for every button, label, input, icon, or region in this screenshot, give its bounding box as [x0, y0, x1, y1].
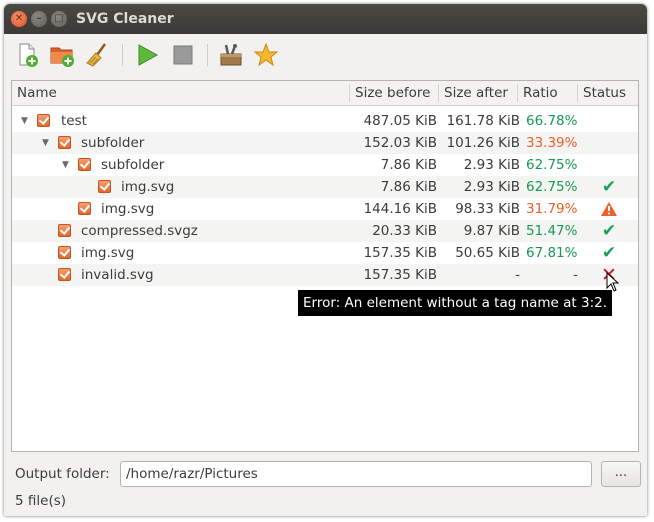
output-folder-label: Output folder: [15, 466, 110, 482]
status-bar-text: 5 file(s) [15, 493, 67, 509]
size-after: 101.26 KiB [446, 135, 520, 151]
tree-row[interactable]: img.svg 7.86 KiB 2.93 KiB 62.75% ✔ [12, 176, 638, 198]
size-after: 50.65 KiB [455, 245, 520, 261]
add-folder-button[interactable] [49, 42, 75, 68]
checkbox[interactable] [58, 268, 71, 281]
window-title: SVG Cleaner [76, 11, 174, 27]
size-after: 2.93 KiB [463, 157, 520, 173]
toolbar-separator [207, 44, 208, 66]
size-before: 7.86 KiB [380, 179, 437, 195]
tree-row[interactable]: ▼ test 487.05 KiB 161.78 KiB 66.78% [12, 110, 638, 132]
preferences-button[interactable] [218, 42, 244, 68]
ratio: 33.39% [526, 135, 578, 151]
checkbox[interactable] [98, 180, 111, 193]
checkbox[interactable] [58, 136, 71, 149]
main-window: ✕ – □ SVG Cleaner Name Size before Size … [4, 4, 647, 516]
ratio: 62.75% [526, 179, 578, 195]
checkbox[interactable] [58, 224, 71, 237]
ratio: 67.81% [526, 245, 578, 261]
size-before: 7.86 KiB [380, 157, 437, 173]
checkbox[interactable] [78, 202, 91, 215]
close-window-button[interactable]: ✕ [11, 11, 27, 27]
column-header-size-after[interactable]: Size after [439, 81, 519, 105]
mouse-cursor-icon [606, 271, 620, 296]
add-folder-icon [50, 47, 74, 67]
clear-list-button[interactable] [84, 42, 110, 68]
maximize-window-button[interactable]: □ [51, 11, 67, 27]
column-header-name[interactable]: Name [12, 81, 352, 105]
size-before: 157.35 KiB [363, 245, 437, 261]
about-button[interactable] [253, 42, 279, 68]
file-name: subfolder [81, 135, 145, 151]
file-name: img.svg [101, 201, 155, 217]
size-after: 98.33 KiB [455, 201, 520, 217]
ratio: - [573, 267, 578, 283]
stop-icon [173, 45, 193, 65]
clear-list-icon [86, 43, 107, 67]
error-tooltip: Error: An element without a tag name at … [298, 290, 613, 316]
tree-row[interactable]: ▼ subfolder 152.03 KiB 101.26 KiB 33.39% [12, 132, 638, 154]
ratio: 62.75% [526, 157, 578, 173]
column-header-size-before[interactable]: Size before [350, 81, 440, 105]
start-icon [138, 44, 159, 66]
title-bar: ✕ – □ SVG Cleaner [4, 4, 647, 34]
file-name: compressed.svgz [81, 223, 198, 239]
expand-arrow-icon[interactable]: ▼ [62, 154, 69, 176]
preferences-icon [220, 44, 242, 66]
checkbox[interactable] [37, 114, 50, 127]
size-before: 157.35 KiB [363, 267, 437, 283]
size-before: 152.03 KiB [363, 135, 437, 151]
checkbox[interactable] [58, 246, 71, 259]
file-name: subfolder [101, 157, 165, 173]
tree-row[interactable]: img.svg 157.35 KiB 50.65 KiB 67.81% ✔ [12, 242, 638, 264]
file-name: img.svg [81, 245, 135, 261]
size-before: 487.05 KiB [363, 113, 437, 129]
expand-arrow-icon[interactable]: ▼ [42, 132, 49, 154]
success-check-icon: ✔ [601, 221, 617, 241]
tree-row[interactable]: ▼ subfolder 7.86 KiB 2.93 KiB 62.75% [12, 154, 638, 176]
size-after: 9.87 KiB [463, 223, 520, 239]
expand-arrow-icon[interactable]: ▼ [21, 110, 28, 132]
size-after: 2.93 KiB [463, 179, 520, 195]
size-before: 20.33 KiB [372, 223, 437, 239]
file-name: test [61, 113, 87, 129]
toolbar-separator [122, 44, 123, 66]
stop-button[interactable] [170, 42, 196, 68]
column-header-status[interactable]: Status [578, 81, 638, 105]
ratio: 31.79% [526, 201, 578, 217]
ratio: 51.47% [526, 223, 578, 239]
about-icon [253, 42, 279, 67]
size-after: - [515, 267, 520, 283]
browse-button[interactable]: ... [601, 461, 641, 487]
toolbar [4, 34, 647, 76]
size-after: 161.78 KiB [446, 113, 520, 129]
ratio: 66.78% [526, 113, 578, 129]
success-check-icon: ✔ [601, 177, 617, 197]
tree-header: Name Size before Size after Ratio Status [12, 81, 638, 106]
add-file-icon [19, 43, 38, 67]
file-tree[interactable]: Name Size before Size after Ratio Status… [11, 80, 639, 452]
tree-row[interactable]: invalid.svg 157.35 KiB - - ✕ [12, 264, 638, 286]
minimize-window-button[interactable]: – [31, 11, 47, 27]
success-check-icon: ✔ [601, 243, 617, 263]
output-folder-input[interactable]: /home/razr/Pictures [120, 461, 592, 487]
size-before: 144.16 KiB [363, 201, 437, 217]
start-button[interactable] [134, 42, 160, 68]
file-name: invalid.svg [81, 267, 154, 283]
tree-row[interactable]: compressed.svgz 20.33 KiB 9.87 KiB 51.47… [12, 220, 638, 242]
add-file-button[interactable] [14, 42, 40, 68]
file-name: img.svg [121, 179, 175, 195]
checkbox[interactable] [78, 158, 91, 171]
column-header-ratio[interactable]: Ratio [518, 81, 578, 105]
tree-row[interactable]: img.svg 144.16 KiB 98.33 KiB 31.79% [12, 198, 638, 220]
